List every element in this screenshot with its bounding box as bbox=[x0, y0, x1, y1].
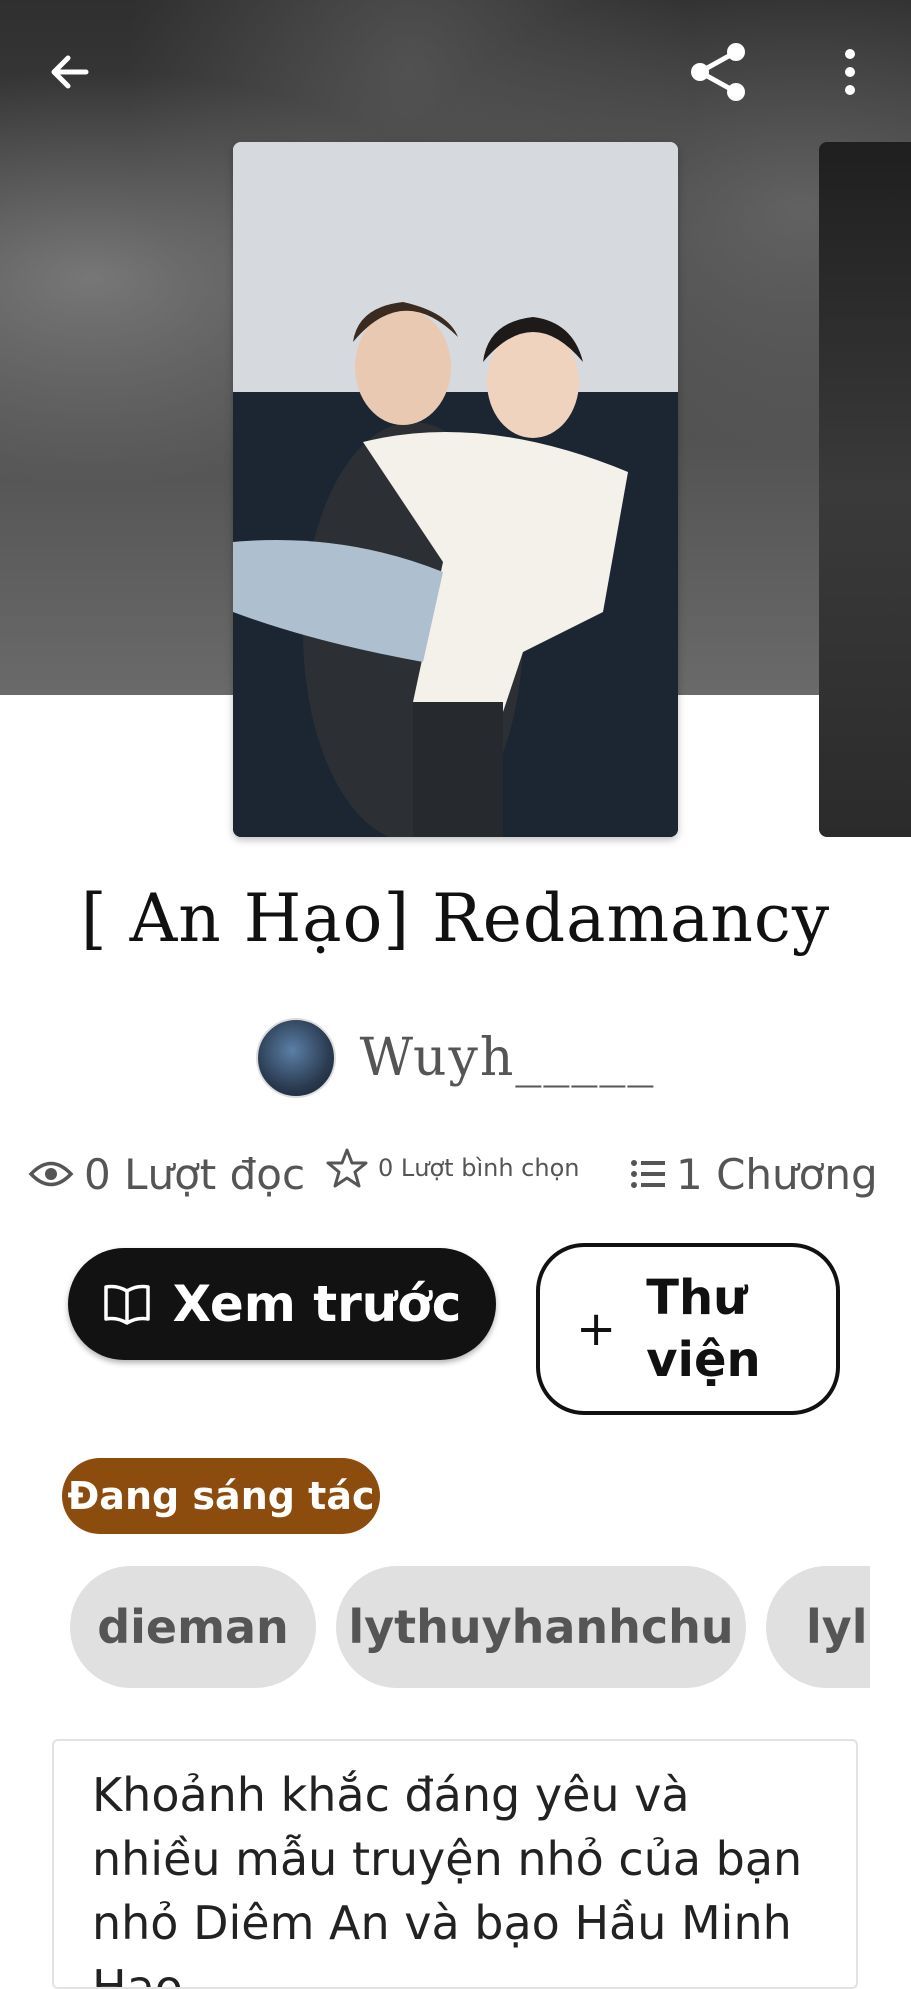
back-button[interactable] bbox=[36, 38, 104, 106]
votes-count: 0 Lượt bình chọn bbox=[378, 1154, 580, 1182]
votes-stat: 0 Lượt bình chọn bbox=[326, 1138, 579, 1198]
story-description-box[interactable]: Khoảnh khắc đáng yêu và nhiều mẫu truyện… bbox=[52, 1739, 858, 1989]
eye-icon bbox=[28, 1161, 74, 1187]
story-stats: 0 Lượt đọc 0 Lượt bình chọn 1 Chương bbox=[0, 1144, 911, 1204]
share-button[interactable] bbox=[684, 38, 752, 106]
more-vertical-icon bbox=[845, 49, 855, 95]
more-options-button[interactable] bbox=[816, 38, 884, 106]
status-badge: Đang sáng tác bbox=[62, 1458, 380, 1534]
tags-row[interactable]: dieman lythuyhanhchu lylu bbox=[0, 1566, 870, 1688]
reads-stat: 0 Lượt đọc bbox=[28, 1144, 305, 1204]
share-icon bbox=[691, 43, 745, 101]
add-to-library-label: Thư viện bbox=[646, 1270, 761, 1388]
tag-chip[interactable]: dieman bbox=[70, 1566, 316, 1688]
chapters-count: 1 Chương bbox=[676, 1149, 878, 1199]
author-name[interactable]: Wuyh_____ bbox=[360, 1028, 656, 1088]
tag-chip[interactable]: lythuyhanhchu bbox=[336, 1566, 746, 1688]
author-avatar[interactable] bbox=[255, 1018, 336, 1098]
arrow-left-icon bbox=[51, 55, 89, 89]
next-story-cover[interactable] bbox=[819, 142, 911, 837]
chapters-stat[interactable]: 1 Chương bbox=[630, 1144, 878, 1204]
list-icon bbox=[631, 1160, 665, 1188]
plus-icon: + bbox=[576, 1301, 617, 1357]
tag-chip[interactable]: lylu bbox=[766, 1566, 870, 1688]
story-cover-image[interactable] bbox=[233, 142, 678, 837]
reads-count: 0 Lượt đọc bbox=[84, 1149, 306, 1199]
author-row[interactable]: Wuyh_____ bbox=[0, 1018, 911, 1098]
star-icon bbox=[326, 1148, 368, 1188]
preview-button[interactable]: Xem trước bbox=[68, 1248, 496, 1360]
book-icon bbox=[103, 1284, 150, 1325]
story-title: [ An Hạo] Redamancy bbox=[80, 880, 831, 957]
preview-button-label: Xem trước bbox=[172, 1275, 462, 1333]
story-description: Khoảnh khắc đáng yêu và nhiều mẫu truyện… bbox=[92, 1768, 803, 1989]
add-to-library-button[interactable]: + Thư viện bbox=[536, 1243, 840, 1415]
cover-photo bbox=[233, 142, 678, 837]
